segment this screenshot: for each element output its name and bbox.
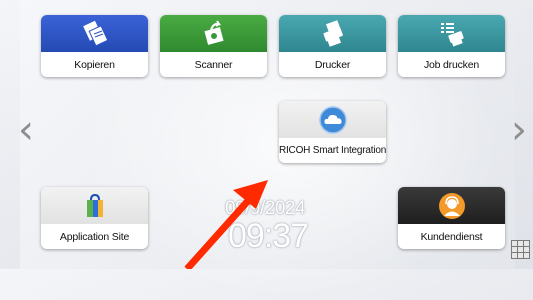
print-job-icon [398, 15, 505, 52]
kundendienst-label: Kundendienst [420, 230, 483, 243]
job-drucken-label: Job drucken [423, 58, 479, 71]
clock-time: 09:37 [228, 217, 309, 255]
app-list-icon[interactable] [511, 240, 530, 259]
printer-icon [279, 15, 386, 52]
application-site-tile[interactable]: Application Site [41, 187, 148, 249]
cloud-icon [279, 101, 386, 138]
drucker-tile[interactable]: Drucker [279, 15, 386, 77]
application-site-label: Application Site [59, 230, 130, 243]
scanner-icon [160, 15, 267, 52]
support-agent-icon [398, 187, 505, 224]
kundendienst-tile[interactable]: Kundendienst [398, 187, 505, 249]
previous-page-arrow[interactable]: ‹ [18, 110, 34, 150]
drucker-label: Drucker [314, 58, 351, 71]
next-page-arrow[interactable]: › [511, 110, 527, 150]
scanner-tile[interactable]: Scanner [160, 15, 267, 77]
ricoh-smart-integration-tile[interactable]: RICOH Smart Integration [279, 101, 386, 163]
job-drucken-tile[interactable]: Job drucken [398, 15, 505, 77]
kopieren-label: Kopieren [74, 58, 115, 71]
shopping-bag-icon [41, 187, 148, 224]
copy-icon [41, 15, 148, 52]
ricoh-label: RICOH Smart Integration [279, 145, 386, 156]
kopieren-tile[interactable]: Kopieren [41, 15, 148, 77]
scanner-label: Scanner [194, 58, 233, 71]
